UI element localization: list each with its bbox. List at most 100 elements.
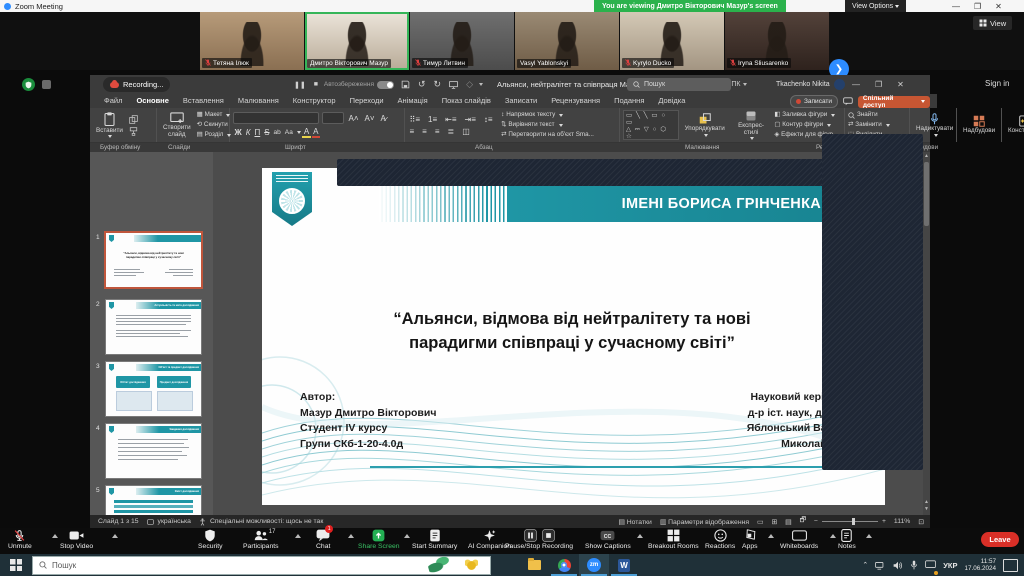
line-spacing-icon[interactable]: ↕≡ [482,115,494,124]
find-button[interactable]: Знайти [848,110,890,120]
undo-icon[interactable]: ↺ [418,79,426,90]
slide-thumbnail-panel[interactable]: 1 “Альянси, відмова від нейтралітету та … [90,152,213,515]
designer-button[interactable]: Конструктор [1005,114,1024,136]
copy-icon[interactable] [129,115,138,124]
scrollbar-thumb[interactable] [924,162,929,226]
taskbar-chrome[interactable] [549,554,579,576]
share-screen-button[interactable]: Share Screen [358,529,400,550]
view-layout-button[interactable]: View [973,16,1012,30]
slide-thumbnail-2[interactable]: Актуальність та мета дослідження [105,299,202,355]
security-button[interactable]: Security [198,529,223,550]
align-right-icon[interactable]: ≡ [433,127,441,136]
slide-thumbnail-1[interactable]: “Альянси, відмова від нейтралітету та но… [104,231,203,289]
bullets-icon[interactable]: ⠿≡ [408,115,422,124]
align-text-button[interactable]: ⇅ Вирівняти текст [501,120,594,130]
unmute-button[interactable]: Unmute [8,529,32,550]
zoom-slider[interactable] [822,521,878,523]
apps-caret-icon[interactable] [768,534,774,540]
slide-thumbnail-4[interactable]: Завдання дослідження [105,423,202,479]
chat-button[interactable]: 1 Chat [316,529,330,550]
meeting-pin-icon[interactable] [42,80,51,89]
taskbar-word[interactable]: W [609,554,639,576]
ppt-minimize-button[interactable]: — [852,80,860,89]
arrange-button[interactable]: Упорядкувати [682,112,728,138]
fit-slide-icon[interactable]: ⊡ [918,518,924,526]
font-name-input[interactable] [233,112,319,124]
pause-stop-recording-button[interactable]: Pause/Stop Recording [505,529,573,550]
notes-toggle[interactable]: ▤ Нотатки [618,518,651,526]
close-button[interactable]: ✕ [995,2,1002,11]
taskbar-file-explorer[interactable] [519,554,549,576]
autosave-toggle[interactable] [377,81,394,89]
reactions-button[interactable]: Reactions [705,529,735,550]
save-icon[interactable] [401,80,410,89]
new-slide-button[interactable]: Створити слайд [160,111,194,139]
section-button[interactable]: ▤ Розділ [197,130,232,140]
bold-button[interactable]: Ж [233,128,243,137]
tab-transitions[interactable]: Переходи [343,94,391,108]
view-sorter-icon[interactable]: ⊞ [771,518,777,526]
indent-decrease-icon[interactable]: ⇤≡ [444,115,458,124]
stop-video-caret-icon[interactable] [112,534,118,540]
text-direction-button[interactable]: ↕ Напрямок тексту [501,110,594,120]
tab-insert[interactable]: Вставлення [176,94,231,108]
mic-icon[interactable] [910,560,918,570]
ppt-search-box[interactable]: Пошук [627,78,731,91]
participant-tile[interactable]: Тимур Литвин [410,12,514,70]
numbering-icon[interactable]: 1≡ [427,115,439,124]
replace-button[interactable]: ⇄ Замінити [848,120,890,130]
action-center-icon[interactable] [1003,559,1018,572]
paste-button[interactable]: Вставити [93,111,126,140]
stop-recording-icon[interactable] [542,529,555,542]
chat-caret-icon[interactable] [348,534,354,540]
taskbar-search[interactable]: Пошук [32,556,491,575]
minimize-button[interactable]: — [952,2,960,11]
slide-thumbnail-5[interactable]: Зміст дослідження [105,485,202,515]
view-normal-icon[interactable]: ▭ [757,518,763,526]
clear-format-icon[interactable]: A̷ [379,114,387,123]
shrink-font-icon[interactable]: A˅ [363,114,376,123]
strikethrough-button[interactable]: S [263,128,271,137]
display-settings[interactable]: ▥ Параметри відображення [660,518,749,526]
participant-tile[interactable]: Vasyl Yablonskyi [515,12,619,70]
apps-button[interactable]: Apps [742,529,758,550]
notes-button[interactable]: Notes [838,529,856,550]
maximize-button[interactable]: ❐ [974,2,981,11]
layout-button[interactable]: ▦ Макет [197,110,232,120]
record-button[interactable]: Записати [790,95,838,108]
avatar[interactable] [834,79,845,90]
unmute-caret-icon[interactable] [52,534,58,540]
whiteboards-caret-icon[interactable] [830,534,836,540]
highlight-color-button[interactable]: A [302,127,310,138]
accessibility-icon[interactable] [199,518,206,526]
ppt-maximize-button[interactable]: ❐ [875,80,882,89]
vertical-scrollbar[interactable]: ▲ ▲ ▼ [923,152,930,515]
language-indicator[interactable]: УКР [943,561,957,570]
comments-icon[interactable] [843,97,853,106]
font-size-input[interactable] [322,112,344,124]
tab-animations[interactable]: Анімація [391,94,435,108]
justify-icon[interactable]: ≣ [446,127,456,136]
stop-recording-icon[interactable]: ■ [314,81,318,88]
speaker-icon[interactable] [893,561,903,570]
shape-fill-button[interactable]: ◧ Заливка фігури [774,110,841,120]
redo-icon[interactable]: ↻ [434,79,442,90]
meeting-security-shield-icon[interactable] [22,78,35,91]
tab-review[interactable]: Рецензування [544,94,607,108]
addins-button[interactable]: Надбудови [960,114,998,136]
tab-help[interactable]: Довідка [651,94,692,108]
tab-design[interactable]: Конструктор [286,94,343,108]
zoom-percentage[interactable]: 111% [894,518,910,525]
align-left-icon[interactable]: ≡ [408,127,416,136]
pause-recording-icon[interactable] [524,529,537,542]
case-button[interactable]: Аа [283,129,294,136]
sign-in-link[interactable]: Sign in [985,79,1009,88]
share-caret-icon[interactable] [404,534,410,540]
ppt-share-button[interactable]: Спільний доступ [858,96,930,108]
present-icon[interactable] [449,81,458,89]
indent-increase-icon[interactable]: ⇥≡ [463,115,477,124]
participant-tile[interactable]: Тетяна Ілюк [200,12,304,70]
font-color-button[interactable]: A [312,127,320,138]
prev-slide-button[interactable]: ▲ [923,499,930,506]
quick-styles-button[interactable]: Експрес-стилі [731,109,772,141]
